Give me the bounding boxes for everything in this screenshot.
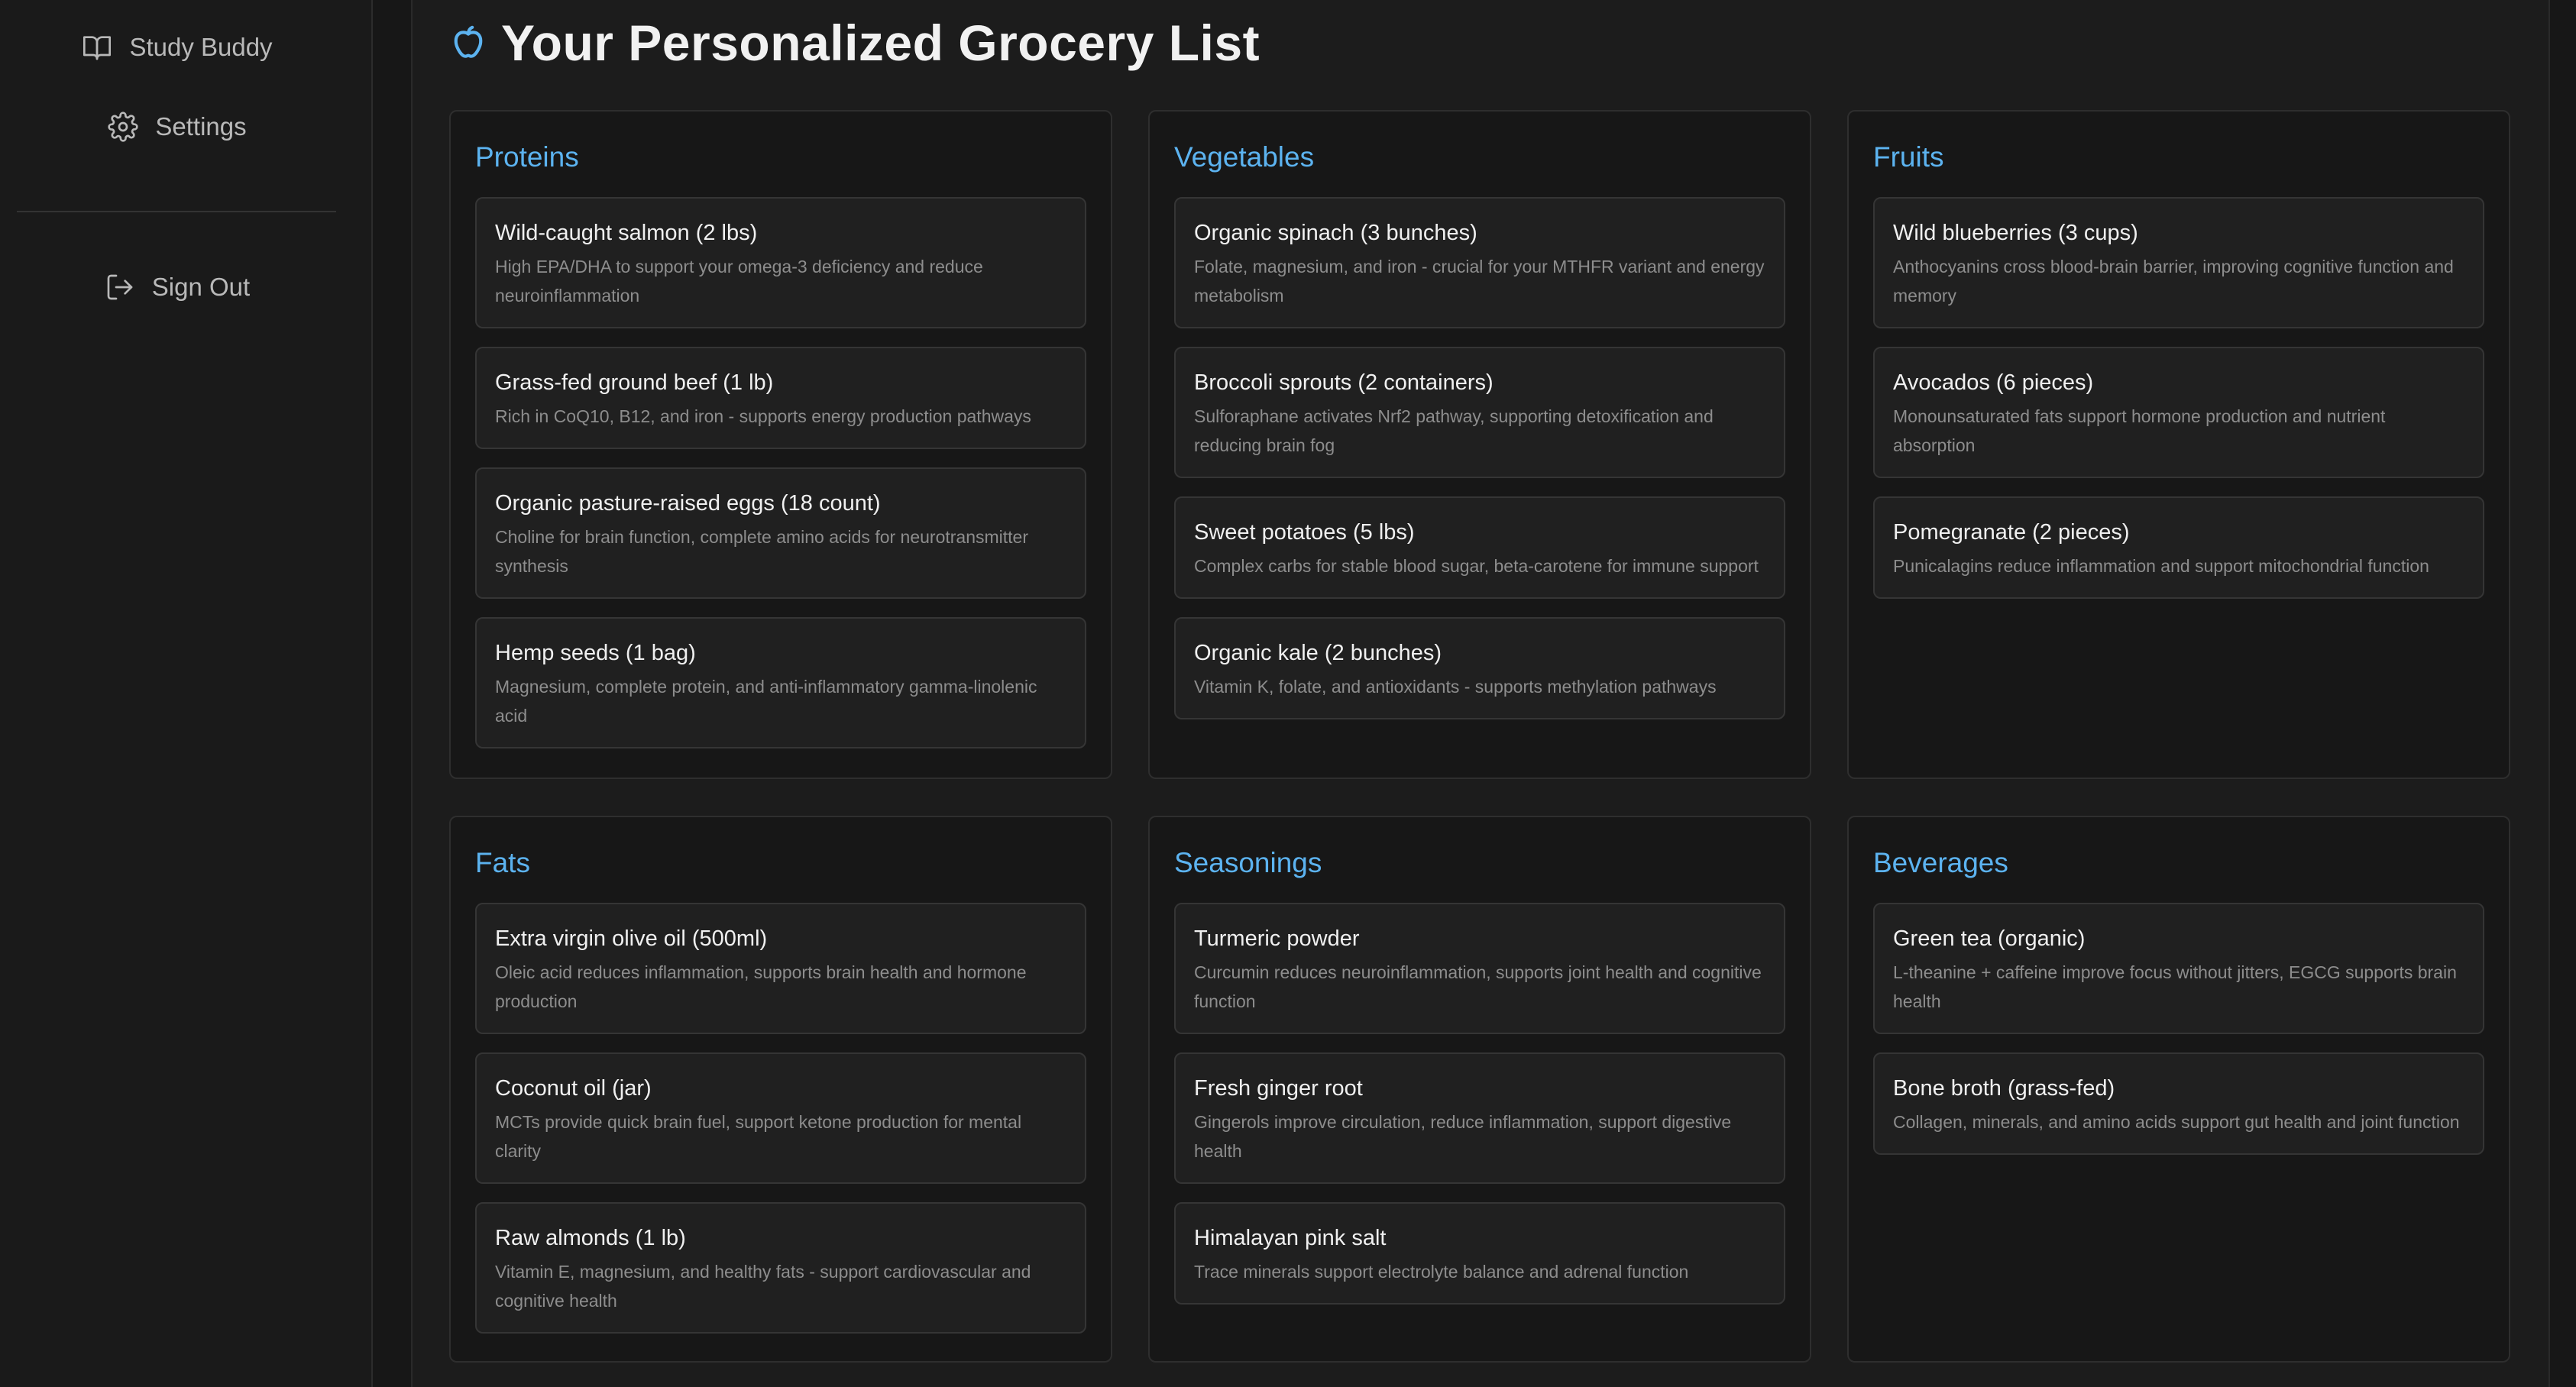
category-card-vegetables: Vegetables Organic spinach (3 bunches) F… [1148,110,1811,779]
item-name: Pomegranate (2 pieces) [1893,520,2130,545]
grocery-item[interactable]: Organic kale (2 bunches) Vitamin K, fola… [1174,617,1785,719]
item-name: Organic pasture-raised eggs (18 count) [495,491,881,516]
sidebar-item-study-buddy[interactable]: Study Buddy [0,17,354,78]
item-name: Extra virgin olive oil (500ml) [495,926,768,951]
grocery-item[interactable]: Organic spinach (3 bunches) Folate, magn… [1174,197,1785,328]
sign-out-button[interactable]: Sign Out [0,257,354,318]
item-description: Trace minerals support electrolyte balan… [1194,1262,1689,1282]
category-title: Vegetables [1174,141,1315,173]
grocery-item[interactable]: Turmeric powder Curcumin reduces neuroin… [1174,903,1785,1034]
grocery-item[interactable]: Organic pasture-raised eggs (18 count) C… [475,467,1086,599]
item-description: Sulforaphane activates Nrf2 pathway, sup… [1194,406,1714,455]
item-name: Fresh ginger root [1194,1076,1363,1101]
grocery-item[interactable]: Hemp seeds (1 bag) Magnesium, complete p… [475,617,1086,748]
item-description: Gingerols improve circulation, reduce in… [1194,1112,1732,1161]
sign-out-label: Sign Out [151,273,251,301]
item-name: Wild-caught salmon (2 lbs) [495,221,758,245]
grocery-item[interactable]: Pomegranate (2 pieces) Punicalagins redu… [1873,496,2484,599]
item-description: Magnesium, complete protein, and anti-in… [495,677,1037,726]
grocery-item[interactable]: Bone broth (grass-fed) Collagen, mineral… [1873,1052,2484,1155]
item-description: Monounsaturated fats support hormone pro… [1893,406,2386,455]
category-title: Fats [475,847,530,878]
item-name: Raw almonds (1 lb) [495,1226,686,1250]
item-name: Himalayan pink salt [1194,1226,1387,1250]
item-name: Green tea (organic) [1893,926,2086,951]
sidebar-divider [17,211,336,212]
book-open-icon [83,36,112,60]
item-description: MCTs provide quick brain fuel, support k… [495,1112,1022,1161]
grocery-item[interactable]: Green tea (organic) L-theanine + caffein… [1873,903,2484,1034]
app-root: Study Buddy Settings Sign Out Your Perso… [0,0,2576,1387]
item-description: L-theanine + caffeine improve focus with… [1893,962,2457,1011]
category-title: Beverages [1873,847,2008,878]
grocery-item[interactable]: Wild blueberries (3 cups) Anthocyanins c… [1873,197,2484,328]
item-name: Avocados (6 pieces) [1893,370,2094,395]
grocery-item[interactable]: Sweet potatoes (5 lbs) Complex carbs for… [1174,496,1785,599]
category-card-proteins: Proteins Wild-caught salmon (2 lbs) High… [449,110,1112,779]
grocery-item[interactable]: Broccoli sprouts (2 containers) Sulforap… [1174,347,1785,478]
item-name: Wild blueberries (3 cups) [1893,221,2138,245]
category-card-fats: Fats Extra virgin olive oil (500ml) Olei… [449,816,1112,1363]
page-title: Your Personalized Grocery List [501,15,1260,71]
grocery-item[interactable]: Wild-caught salmon (2 lbs) High EPA/DHA … [475,197,1086,328]
grocery-item[interactable]: Grass-fed ground beef (1 lb) Rich in CoQ… [475,347,1086,449]
page-header: Your Personalized Grocery List [449,11,1260,75]
item-description: Oleic acid reduces inflammation, support… [495,962,1027,1011]
sidebar: Study Buddy Settings Sign Out [0,0,373,1387]
category-card-fruits: Fruits Wild blueberries (3 cups) Anthocy… [1847,110,2510,779]
item-description: Folate, magnesium, and iron - crucial fo… [1194,257,1765,306]
grocery-item[interactable]: Avocados (6 pieces) Monounsaturated fats… [1873,347,2484,478]
item-name: Sweet potatoes (5 lbs) [1194,520,1415,545]
item-name: Turmeric powder [1194,926,1360,951]
sidebar-item-label: Study Buddy [129,33,273,61]
sidebar-item-settings[interactable]: Settings [0,96,354,157]
item-name: Coconut oil (jar) [495,1076,652,1101]
gear-icon [108,112,138,142]
sidebar-item-label: Settings [155,112,247,141]
item-description: Punicalagins reduce inflammation and sup… [1893,556,2429,576]
item-description: Anthocyanins cross blood-brain barrier, … [1893,257,2454,306]
category-title: Proteins [475,141,579,173]
item-description: Curcumin reduces neuroinflammation, supp… [1194,962,1762,1011]
item-name: Grass-fed ground beef (1 lb) [495,370,774,395]
grocery-item[interactable]: Raw almonds (1 lb) Vitamin E, magnesium,… [475,1202,1086,1334]
grocery-item[interactable]: Himalayan pink salt Trace minerals suppo… [1174,1202,1785,1305]
item-description: Vitamin E, magnesium, and healthy fats -… [495,1262,1031,1311]
item-name: Hemp seeds (1 bag) [495,641,696,665]
sign-out-icon [107,274,133,300]
main-content: Your Personalized Grocery List Proteins … [411,0,2550,1387]
grocery-item[interactable]: Extra virgin olive oil (500ml) Oleic aci… [475,903,1086,1034]
grocery-item[interactable]: Coconut oil (jar) MCTs provide quick bra… [475,1052,1086,1184]
item-name: Bone broth (grass-fed) [1893,1076,2115,1101]
item-description: Choline for brain function, complete ami… [495,527,1029,576]
grocery-item[interactable]: Fresh ginger root Gingerols improve circ… [1174,1052,1785,1184]
category-grid: Proteins Wild-caught salmon (2 lbs) High… [449,110,2510,1363]
item-description: Complex carbs for stable blood sugar, be… [1194,556,1759,576]
apple-icon [454,25,483,58]
item-description: Rich in CoQ10, B12, and iron - supports … [495,406,1031,426]
category-title: Fruits [1873,141,1944,173]
category-card-seasonings: Seasonings Turmeric powder Curcumin redu… [1148,816,1811,1363]
item-name: Broccoli sprouts (2 containers) [1194,370,1493,395]
category-title: Seasonings [1174,847,1322,878]
item-description: Collagen, minerals, and amino acids supp… [1893,1112,2460,1132]
item-description: Vitamin K, folate, and antioxidants - su… [1194,677,1717,697]
category-card-beverages: Beverages Green tea (organic) L-theanine… [1847,816,2510,1363]
item-name: Organic kale (2 bunches) [1194,641,1442,665]
item-description: High EPA/DHA to support your omega-3 def… [495,257,983,306]
item-name: Organic spinach (3 bunches) [1194,221,1477,245]
